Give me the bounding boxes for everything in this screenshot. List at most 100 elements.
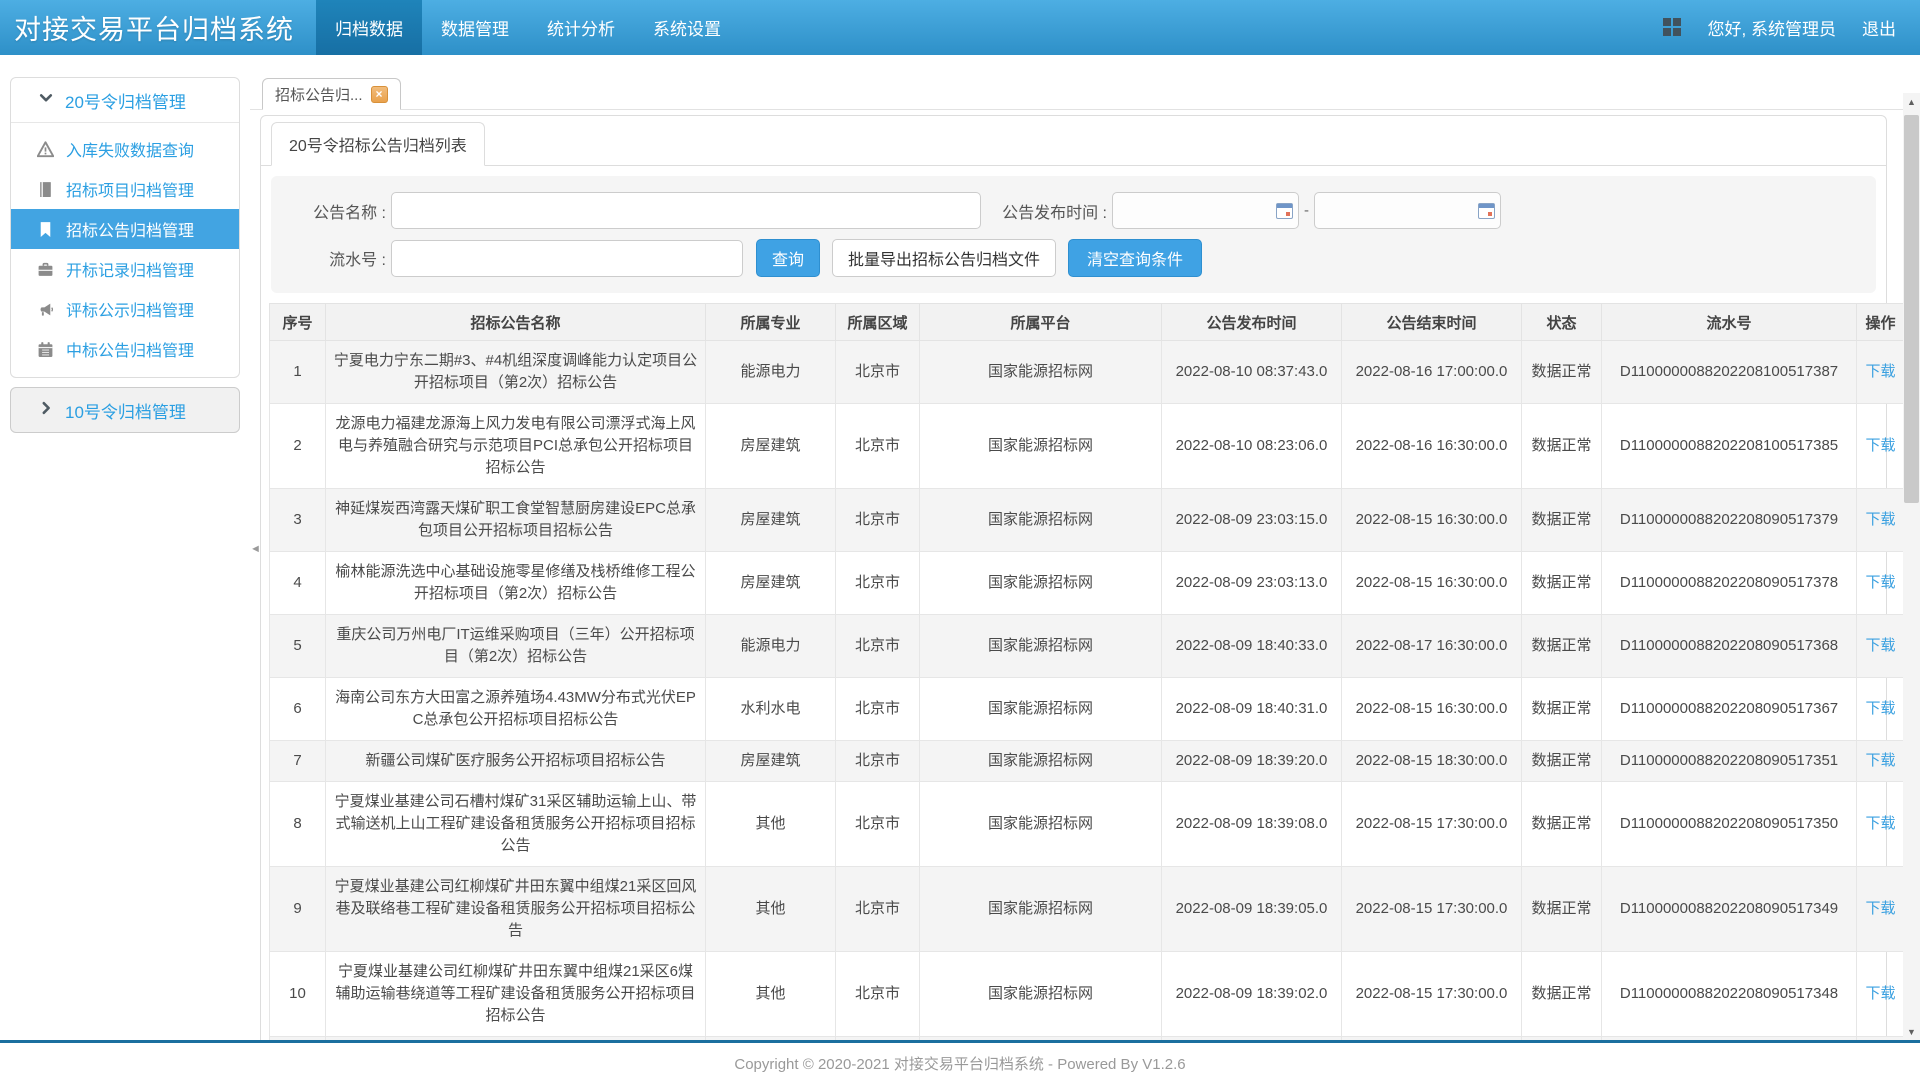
- calendar-icon: [37, 341, 54, 358]
- cell-no: 6: [270, 678, 326, 741]
- sidebar-item-tender-notice-archive[interactable]: 招标公告归档管理: [11, 209, 239, 249]
- panel-tab-archive-list[interactable]: 20号令招标公告归档列表: [271, 122, 485, 166]
- nav-item-archive-data[interactable]: 归档数据: [316, 0, 422, 55]
- clear-query-button[interactable]: 清空查询条件: [1068, 239, 1202, 277]
- sidebar-group-decree10-header[interactable]: 10号令归档管理: [10, 387, 240, 433]
- download-link[interactable]: 下载: [1865, 574, 1895, 591]
- cell-status: 数据正常: [1522, 867, 1602, 952]
- cell-serial: D1100000088202208090517351: [1602, 741, 1857, 782]
- vertical-scrollbar[interactable]: ▲ ▼: [1903, 93, 1920, 1040]
- cell-notice-name: 榆林能源洗选中心基础设施零星修缮及栈桥维修工程公开招标项目（第2次）招标公告: [326, 552, 706, 615]
- tab-tender-notice-archive[interactable]: 招标公告归... ×: [262, 78, 401, 110]
- cell-serial: D1100000088202208090517350: [1602, 782, 1857, 867]
- cell-serial: D1100000088202208090517378: [1602, 552, 1857, 615]
- col-no: 序号: [270, 304, 326, 341]
- cell-serial: D1100000088202208090517348: [1602, 952, 1857, 1037]
- sidebar-item-winning-bid-notice-archive[interactable]: 中标公告归档管理: [11, 329, 239, 369]
- sidebar-item-tender-project-archive[interactable]: 招标项目归档管理: [11, 169, 239, 209]
- sidebar-item-label: 中标公告归档管理: [66, 337, 194, 361]
- nav-item-system-settings[interactable]: 系统设置: [634, 0, 740, 55]
- cell-platform: 国家能源招标网: [920, 952, 1162, 1037]
- cell-region: 北京市: [836, 489, 920, 552]
- cell-end-time: 2022-08-15 16:30:00.0: [1342, 489, 1522, 552]
- cell-no: 8: [270, 782, 326, 867]
- notice-name-input[interactable]: [391, 192, 981, 229]
- cell-platform: 国家能源招标网: [920, 615, 1162, 678]
- publish-to-input[interactable]: [1314, 192, 1501, 229]
- sidebar-item-failed-data-query[interactable]: 入库失败数据查询: [11, 129, 239, 169]
- top-navbar: 对接交易平台归档系统 归档数据 数据管理 统计分析 系统设置 您好, 系统管理员…: [0, 0, 1920, 55]
- download-link[interactable]: 下载: [1865, 900, 1895, 917]
- download-link[interactable]: 下载: [1865, 752, 1895, 769]
- date-range-separator: -: [1304, 202, 1309, 219]
- cell-end-time: 2022-08-15 18:30:00.0: [1342, 741, 1522, 782]
- download-link[interactable]: 下载: [1865, 637, 1895, 654]
- cell-platform: 国家能源招标网: [920, 741, 1162, 782]
- cell-action: 下载: [1857, 1037, 1904, 1041]
- table-header: 序号 招标公告名称 所属专业 所属区域 所属平台 公告发布时间 公告结束时间 状…: [270, 304, 1904, 341]
- cell-notice-name: 海南公司东方大田富之源养殖场4.43MW分布式光伏EPC总承包公开招标项目招标公…: [326, 678, 706, 741]
- sidebar-item-bid-evaluation-publicity-archive[interactable]: 评标公示归档管理: [11, 289, 239, 329]
- download-link[interactable]: 下载: [1865, 985, 1895, 1002]
- cell-notice-name: 宁夏煤业基建公司石槽村煤矿31采区辅助运输上山、带式输送机上山工程矿建设备租赁服…: [326, 782, 706, 867]
- col-serial: 流水号: [1602, 304, 1857, 341]
- cell-action: 下载: [1857, 952, 1904, 1037]
- sidebar-item-label: 招标项目归档管理: [66, 177, 194, 201]
- col-action: 操作: [1857, 304, 1904, 341]
- content-area: 招标公告归... × 20号令招标公告归档列表 公告名称 : 公告发布时间 :: [250, 55, 1920, 1040]
- close-icon[interactable]: ×: [371, 86, 388, 103]
- batch-export-button[interactable]: 批量导出招标公告归档文件: [832, 239, 1056, 277]
- cell-status: 数据正常: [1522, 782, 1602, 867]
- download-link[interactable]: 下载: [1865, 511, 1895, 528]
- download-link[interactable]: 下载: [1865, 815, 1895, 832]
- cell-platform: 国家能源招标网: [920, 341, 1162, 404]
- scrollbar-thumb[interactable]: [1904, 115, 1919, 503]
- cell-status: 数据正常: [1522, 952, 1602, 1037]
- logout-link[interactable]: 退出: [1862, 15, 1896, 40]
- calendar-picker-icon[interactable]: [1478, 203, 1495, 219]
- nav-item-data-management[interactable]: 数据管理: [422, 0, 528, 55]
- cell-status: 数据正常: [1522, 489, 1602, 552]
- col-major: 所属专业: [706, 304, 836, 341]
- sidebar-group-decree20-header[interactable]: 20号令归档管理: [11, 78, 239, 123]
- cell-serial: D1100000088202208090517347: [1602, 1037, 1857, 1041]
- archive-table: 序号 招标公告名称 所属专业 所属区域 所属平台 公告发布时间 公告结束时间 状…: [269, 303, 1903, 1040]
- cell-no: 7: [270, 741, 326, 782]
- footer: Copyright © 2020-2021 对接交易平台归档系统 - Power…: [0, 1040, 1920, 1080]
- apps-grid-icon[interactable]: [1663, 18, 1682, 37]
- cell-status: 数据正常: [1522, 678, 1602, 741]
- cell-major: 能源电力: [706, 615, 836, 678]
- scroll-up-icon[interactable]: ▲: [1903, 93, 1920, 110]
- table-row: 7 新疆公司煤矿医疗服务公开招标项目招标公告 房屋建筑 北京市 国家能源招标网 …: [270, 741, 1904, 782]
- cell-publish-time: 2022-08-09 18:38:58.0: [1162, 1037, 1342, 1041]
- sidebar-collapse-handle[interactable]: ◄: [250, 538, 260, 560]
- app-title: 对接交易平台归档系统: [0, 0, 316, 55]
- query-button[interactable]: 查询: [756, 239, 820, 277]
- cell-region: 北京市: [836, 615, 920, 678]
- download-link[interactable]: 下载: [1865, 437, 1895, 454]
- publish-time-label: 公告发布时间 :: [981, 199, 1112, 223]
- publish-from-input[interactable]: [1112, 192, 1299, 229]
- cell-action: 下载: [1857, 741, 1904, 782]
- cell-no: 4: [270, 552, 326, 615]
- cell-publish-time: 2022-08-09 18:39:02.0: [1162, 952, 1342, 1037]
- cell-action: 下载: [1857, 489, 1904, 552]
- cell-serial: D1100000088202208090517349: [1602, 867, 1857, 952]
- download-link[interactable]: 下载: [1865, 700, 1895, 717]
- cell-end-time: 2022-08-15 17:30:00.0: [1342, 782, 1522, 867]
- cell-major: 其他: [706, 952, 836, 1037]
- table-row: 8 宁夏煤业基建公司石槽村煤矿31采区辅助运输上山、带式输送机上山工程矿建设备租…: [270, 782, 1904, 867]
- cell-notice-name: 新疆公司煤矿医疗服务公开招标项目招标公告: [326, 741, 706, 782]
- sidebar-item-label: 入库失败数据查询: [66, 137, 194, 161]
- cell-end-time: 2022-08-17 16:30:00.0: [1342, 615, 1522, 678]
- nav-item-statistics[interactable]: 统计分析: [528, 0, 634, 55]
- scroll-down-icon[interactable]: ▼: [1903, 1023, 1920, 1040]
- download-link[interactable]: 下载: [1865, 363, 1895, 380]
- calendar-picker-icon[interactable]: [1276, 203, 1293, 219]
- serial-number-input[interactable]: [391, 240, 743, 277]
- cell-action: 下载: [1857, 552, 1904, 615]
- content-viewport: 20号令招标公告归档列表 公告名称 : 公告发布时间 : -: [250, 110, 1903, 1040]
- cell-platform: 国家能源招标网: [920, 1037, 1162, 1041]
- cell-platform: 国家能源招标网: [920, 489, 1162, 552]
- sidebar-item-bid-opening-record-archive[interactable]: 开标记录归档管理: [11, 249, 239, 289]
